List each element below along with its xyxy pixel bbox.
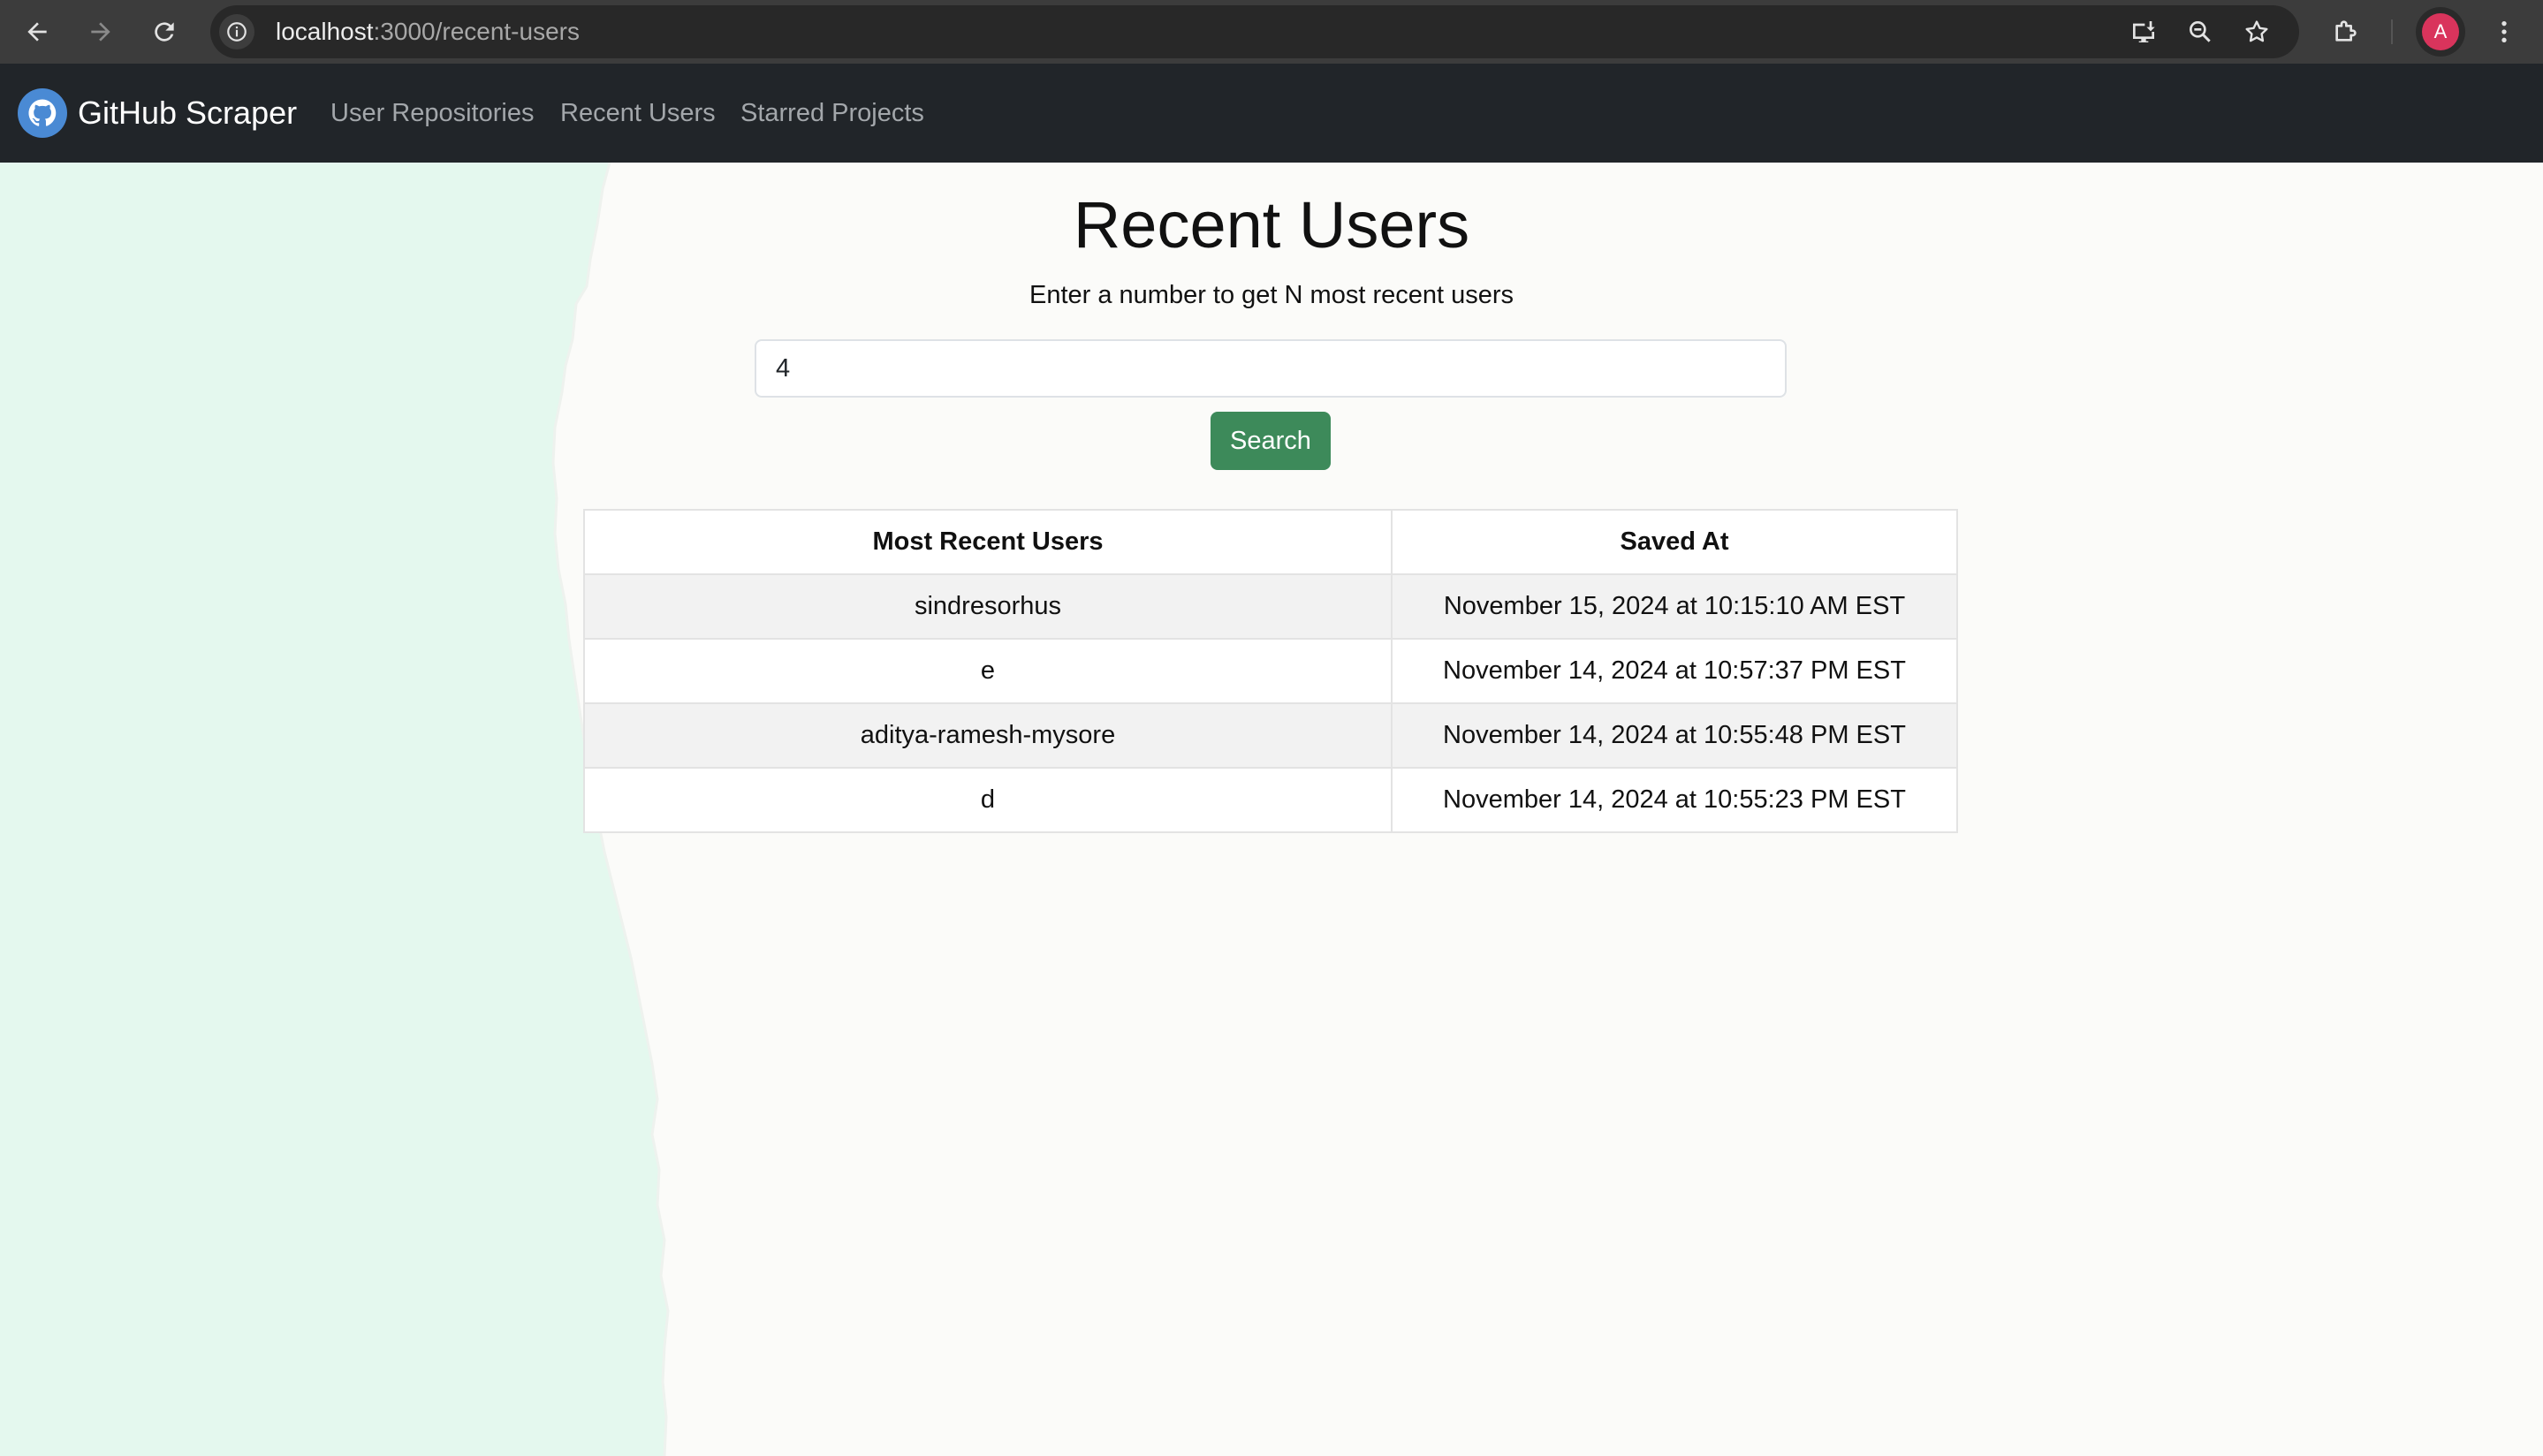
forward-button[interactable]	[83, 14, 118, 49]
url-path: :3000/recent-users	[373, 18, 580, 45]
header-saved-at: Saved At	[1391, 509, 1958, 575]
browser-toolbar: localhost:3000/recent-users A	[0, 0, 2543, 64]
star-icon	[2245, 20, 2268, 42]
app-navbar: GitHub Scraper User Repositories Recent …	[0, 64, 2543, 163]
github-mark	[28, 99, 57, 126]
bookmark-button[interactable]	[2239, 14, 2274, 49]
toolbar-divider	[2391, 19, 2393, 44]
table-row: aditya-ramesh-mysore November 14, 2024 a…	[583, 702, 1958, 769]
install-app-button[interactable]	[2126, 14, 2161, 49]
brand-name[interactable]: GitHub Scraper	[78, 64, 297, 163]
zoom-button[interactable]	[2182, 14, 2218, 49]
nav-link-starred-projects[interactable]: Starred Projects	[740, 64, 924, 163]
reload-icon	[155, 22, 174, 42]
user-cell: aditya-ramesh-mysore	[583, 702, 1393, 769]
more-vertical-icon	[2501, 21, 2507, 42]
back-button[interactable]	[19, 14, 55, 49]
profile-initial: A	[2422, 13, 2459, 50]
saved-at-cell: November 15, 2024 at 10:15:10 AM EST	[1391, 573, 1958, 640]
user-cell: d	[583, 767, 1393, 833]
browser-menu-button[interactable]	[2486, 14, 2522, 49]
arrow-left-icon	[27, 22, 47, 42]
table-row: e November 14, 2024 at 10:57:37 PM EST	[583, 638, 1958, 704]
page-content: Recent Users Enter a number to get N mos…	[0, 163, 2543, 1456]
header-most-recent-users: Most Recent Users	[583, 509, 1393, 575]
search-button[interactable]: Search	[1211, 412, 1331, 470]
url-text[interactable]: localhost:3000/recent-users	[276, 5, 580, 58]
page-title: Recent Users	[1073, 188, 1470, 262]
site-info-button[interactable]	[219, 14, 254, 49]
install-desktop-icon	[2133, 21, 2155, 42]
user-count-input[interactable]	[755, 339, 1787, 398]
saved-at-cell: November 14, 2024 at 10:55:23 PM EST	[1391, 767, 1958, 833]
profile-avatar-button[interactable]: A	[2416, 7, 2465, 57]
arrow-right-icon	[91, 22, 110, 42]
extensions-button[interactable]	[2327, 14, 2363, 49]
user-cell: e	[583, 638, 1393, 704]
recent-users-table: Most Recent Users Saved At sindresorhus …	[583, 509, 1958, 833]
saved-at-cell: November 14, 2024 at 10:55:48 PM EST	[1391, 702, 1958, 769]
reload-button[interactable]	[147, 14, 182, 49]
nav-link-recent-users[interactable]: Recent Users	[560, 64, 716, 163]
table-header-row: Most Recent Users Saved At	[583, 509, 1958, 575]
github-logo-icon[interactable]	[18, 88, 67, 138]
nav-link-user-repositories[interactable]: User Repositories	[330, 64, 534, 163]
table-row: sindresorhus November 15, 2024 at 10:15:…	[583, 573, 1958, 640]
saved-at-cell: November 14, 2024 at 10:57:37 PM EST	[1391, 638, 1958, 704]
user-cell: sindresorhus	[583, 573, 1393, 640]
page-subtitle: Enter a number to get N most recent user…	[1029, 281, 1514, 309]
table-row: d November 14, 2024 at 10:55:23 PM EST	[583, 767, 1958, 833]
address-bar[interactable]: localhost:3000/recent-users	[210, 5, 2299, 58]
zoom-out-icon	[2190, 20, 2211, 42]
info-icon	[227, 22, 247, 42]
puzzle-icon	[2335, 20, 2357, 42]
url-host: localhost	[276, 18, 374, 45]
